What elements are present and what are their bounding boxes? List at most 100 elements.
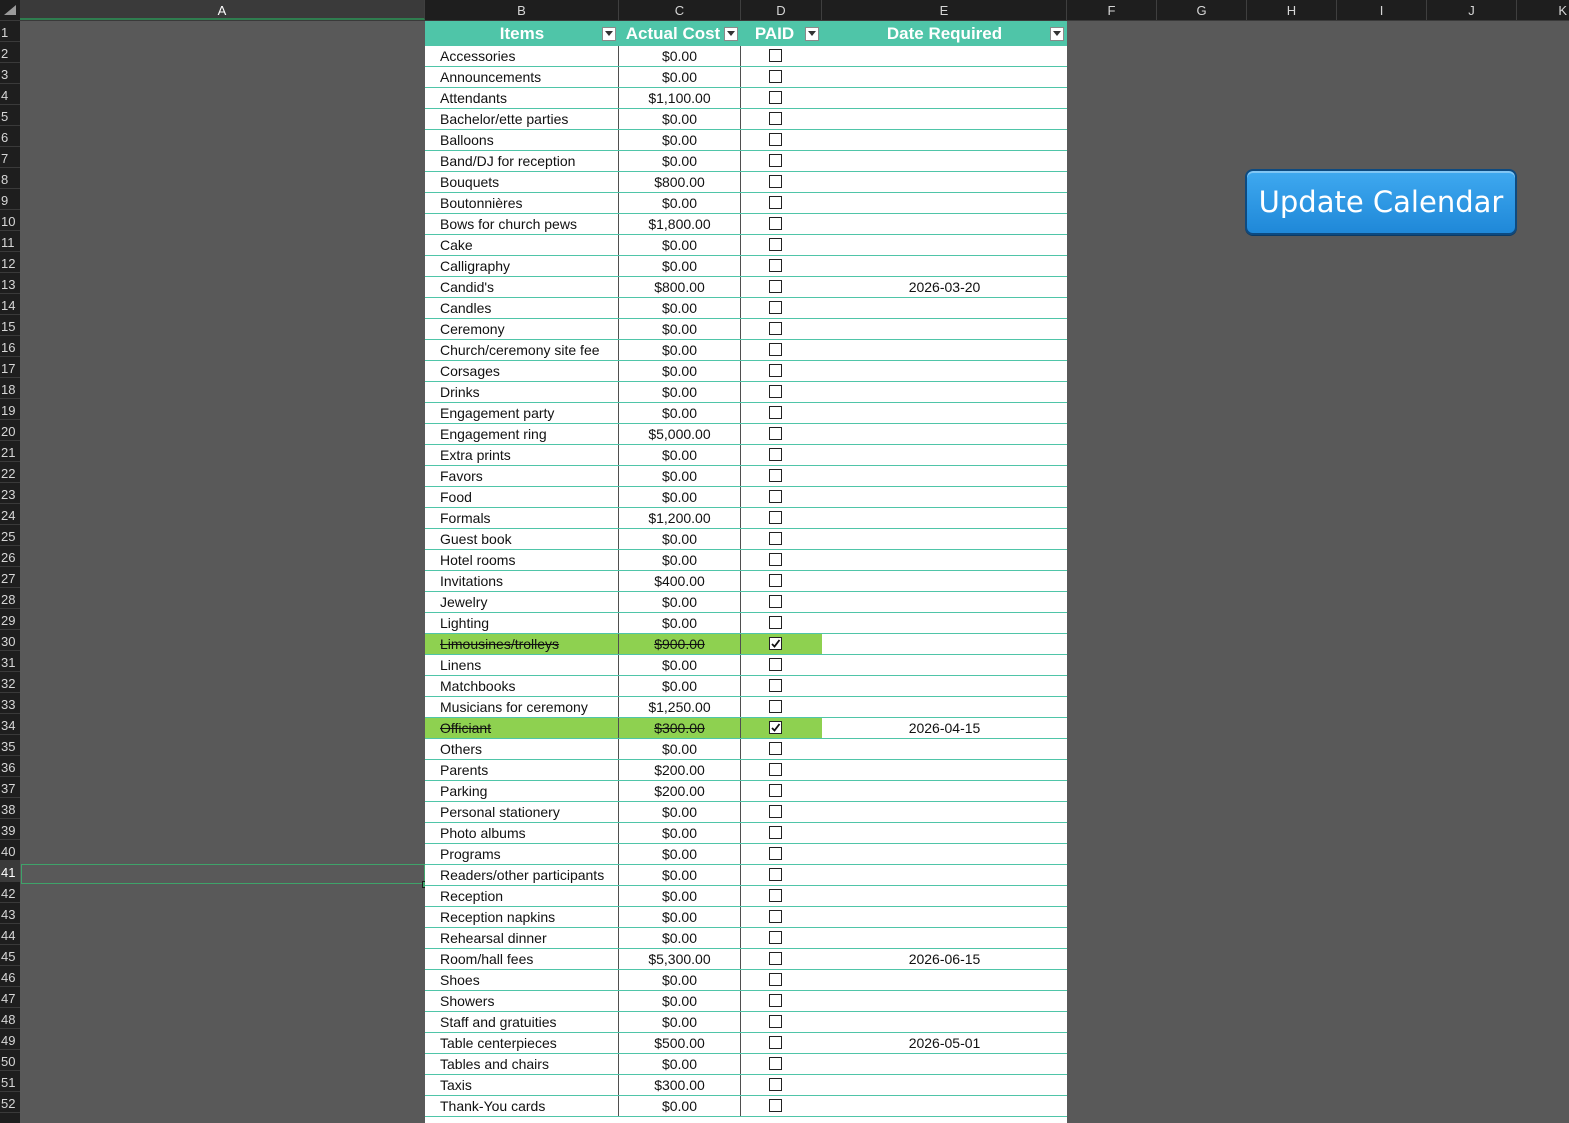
paid-checkbox[interactable] xyxy=(769,1036,782,1049)
row-header[interactable]: 23 xyxy=(0,483,20,504)
paid-checkbox[interactable] xyxy=(769,847,782,860)
date-required-cell[interactable] xyxy=(822,991,1067,1011)
item-cell[interactable]: Guest book xyxy=(425,529,619,549)
actual-cost-cell[interactable]: $1,250.00 xyxy=(619,697,741,717)
date-required-cell[interactable] xyxy=(822,382,1067,402)
row-header[interactable]: 41 xyxy=(0,861,20,882)
actual-cost-cell[interactable]: $800.00 xyxy=(619,277,741,297)
date-required-cell[interactable] xyxy=(822,571,1067,591)
actual-cost-cell[interactable]: $300.00 xyxy=(619,1075,741,1095)
actual-cost-cell[interactable]: $0.00 xyxy=(619,109,741,129)
date-required-cell[interactable] xyxy=(822,697,1067,717)
item-cell[interactable]: Attendants xyxy=(425,88,619,108)
row-header[interactable]: 33 xyxy=(0,693,20,714)
date-required-cell[interactable] xyxy=(822,403,1067,423)
date-required-cell[interactable] xyxy=(822,823,1067,843)
paid-checkbox[interactable] xyxy=(769,427,782,440)
row-header[interactable]: 38 xyxy=(0,798,20,819)
paid-checkbox-checked[interactable] xyxy=(769,637,782,650)
actual-cost-cell[interactable]: $0.00 xyxy=(619,487,741,507)
date-required-cell[interactable] xyxy=(822,1096,1067,1116)
actual-cost-cell[interactable]: $0.00 xyxy=(619,298,741,318)
item-cell[interactable]: Programs xyxy=(425,844,619,864)
item-cell[interactable]: Officiant xyxy=(425,718,619,738)
actual-cost-cell[interactable]: $0.00 xyxy=(619,130,741,150)
item-cell[interactable]: Taxis xyxy=(425,1075,619,1095)
actual-cost-cell[interactable]: $0.00 xyxy=(619,466,741,486)
item-cell[interactable]: Linens xyxy=(425,655,619,675)
paid-checkbox[interactable] xyxy=(769,574,782,587)
paid-checkbox[interactable] xyxy=(769,259,782,272)
date-required-cell[interactable]: 2026-04-15 xyxy=(822,718,1067,738)
paid-checkbox[interactable] xyxy=(769,1057,782,1070)
row-header[interactable]: 17 xyxy=(0,357,20,378)
date-required-cell[interactable] xyxy=(822,781,1067,801)
actual-cost-cell[interactable]: $5,000.00 xyxy=(619,424,741,444)
item-cell[interactable]: Favors xyxy=(425,466,619,486)
item-cell[interactable]: Cake xyxy=(425,235,619,255)
actual-cost-cell[interactable]: $0.00 xyxy=(619,67,741,87)
paid-checkbox[interactable] xyxy=(769,952,782,965)
item-cell[interactable]: Engagement ring xyxy=(425,424,619,444)
date-required-cell[interactable] xyxy=(822,424,1067,444)
item-cell[interactable]: Matchbooks xyxy=(425,676,619,696)
paid-checkbox[interactable] xyxy=(769,301,782,314)
date-required-cell[interactable]: 2026-05-01 xyxy=(822,1033,1067,1053)
row-header[interactable]: 21 xyxy=(0,441,20,462)
paid-checkbox[interactable] xyxy=(769,910,782,923)
item-cell[interactable]: Boutonnières xyxy=(425,193,619,213)
row-header[interactable]: 52 xyxy=(0,1092,20,1113)
actual-cost-cell[interactable]: $200.00 xyxy=(619,760,741,780)
paid-checkbox[interactable] xyxy=(769,889,782,902)
paid-checkbox[interactable] xyxy=(769,112,782,125)
paid-checkbox[interactable] xyxy=(769,448,782,461)
actual-cost-cell[interactable]: $0.00 xyxy=(619,340,741,360)
item-cell[interactable]: Announcements xyxy=(425,67,619,87)
date-required-cell[interactable] xyxy=(822,739,1067,759)
actual-cost-cell[interactable]: $1,800.00 xyxy=(619,214,741,234)
paid-checkbox[interactable] xyxy=(769,994,782,1007)
row-header[interactable]: 44 xyxy=(0,924,20,945)
paid-checkbox[interactable] xyxy=(769,364,782,377)
actual-cost-cell[interactable]: $400.00 xyxy=(619,571,741,591)
update-calendar-button[interactable]: Update Calendar xyxy=(1245,169,1517,235)
item-cell[interactable]: Bows for church pews xyxy=(425,214,619,234)
paid-checkbox[interactable] xyxy=(769,532,782,545)
column-header-e[interactable]: E xyxy=(822,0,1067,20)
item-cell[interactable]: Reception xyxy=(425,886,619,906)
paid-checkbox[interactable] xyxy=(769,742,782,755)
date-required-cell[interactable] xyxy=(822,172,1067,192)
row-header[interactable]: 11 xyxy=(0,231,20,252)
date-required-cell[interactable] xyxy=(822,445,1067,465)
row-header[interactable]: 22 xyxy=(0,462,20,483)
row-header[interactable]: 10 xyxy=(0,210,20,231)
date-required-cell[interactable] xyxy=(822,886,1067,906)
item-cell[interactable]: Photo albums xyxy=(425,823,619,843)
item-cell[interactable]: Readers/other participants xyxy=(425,865,619,885)
paid-checkbox[interactable] xyxy=(769,511,782,524)
actual-cost-cell[interactable]: $0.00 xyxy=(619,802,741,822)
item-cell[interactable]: Extra prints xyxy=(425,445,619,465)
actual-cost-cell[interactable]: $0.00 xyxy=(619,823,741,843)
item-cell[interactable]: Jewelry xyxy=(425,592,619,612)
item-cell[interactable]: Others xyxy=(425,739,619,759)
actual-cost-cell[interactable]: $0.00 xyxy=(619,46,741,66)
date-required-cell[interactable] xyxy=(822,256,1067,276)
date-required-cell[interactable] xyxy=(822,319,1067,339)
column-header-j[interactable]: J xyxy=(1427,0,1517,20)
item-cell[interactable]: Formals xyxy=(425,508,619,528)
item-cell[interactable]: Parking xyxy=(425,781,619,801)
paid-checkbox[interactable] xyxy=(769,868,782,881)
paid-checkbox[interactable] xyxy=(769,784,782,797)
row-header[interactable]: 34 xyxy=(0,714,20,735)
row-header[interactable]: 25 xyxy=(0,525,20,546)
paid-checkbox[interactable] xyxy=(769,49,782,62)
date-required-cell[interactable] xyxy=(822,760,1067,780)
item-cell[interactable]: Personal stationery xyxy=(425,802,619,822)
actual-cost-cell[interactable]: $0.00 xyxy=(619,739,741,759)
actual-cost-cell[interactable]: $0.00 xyxy=(619,445,741,465)
item-cell[interactable]: Ceremony xyxy=(425,319,619,339)
item-cell[interactable]: Showers xyxy=(425,991,619,1011)
item-cell[interactable]: Staff and gratuities xyxy=(425,1012,619,1032)
date-required-cell[interactable] xyxy=(822,46,1067,66)
